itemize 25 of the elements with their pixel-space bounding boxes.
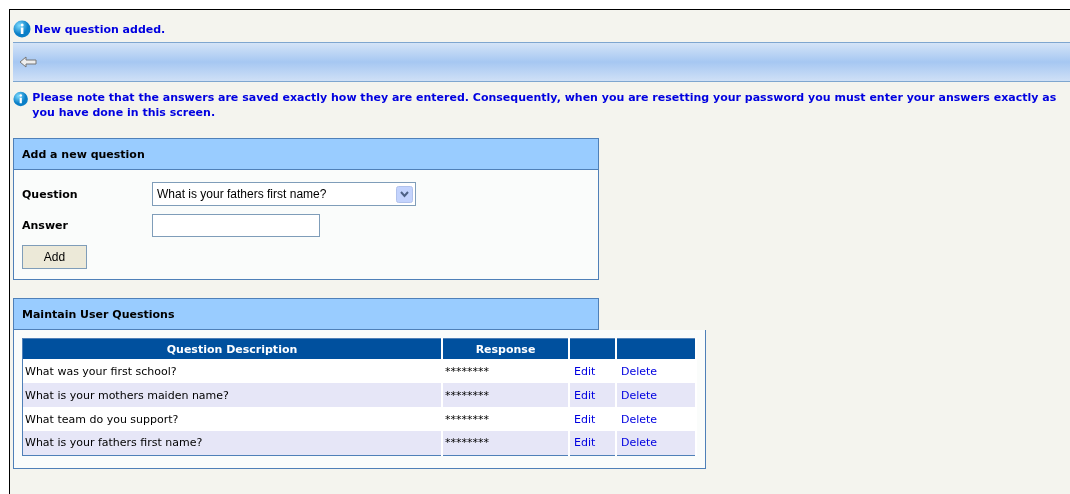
- table-cell: ********: [442, 431, 569, 455]
- edit-link[interactable]: Edit: [572, 364, 596, 378]
- question-label: Question: [22, 187, 79, 201]
- answer-field[interactable]: [152, 214, 320, 237]
- question-dropdown[interactable]: What is your fathers first name?: [152, 182, 416, 206]
- status-message: New question added.: [34, 22, 166, 36]
- edit-link[interactable]: Edit: [572, 436, 596, 450]
- edit-link[interactable]: Edit: [572, 388, 596, 402]
- info-icon: [13, 90, 29, 108]
- column-header: Question Description: [22, 338, 442, 359]
- panel-header: Maintain User Questions: [13, 298, 599, 330]
- delete-link[interactable]: Delete: [619, 388, 658, 402]
- answer-label: Answer: [22, 219, 69, 232]
- delete-link[interactable]: Delete: [619, 364, 658, 378]
- info-icon: [13, 20, 31, 38]
- panel-header: Add a new question: [13, 138, 599, 170]
- delete-link[interactable]: Delete: [619, 436, 658, 450]
- note-text: Please note that the answers are saved exactly how they are entered. Consequently, when you are resetting your password you must enter your answers exactly as you have done in this screen.: [32, 90, 1058, 120]
- caret-icon: [396, 185, 413, 203]
- edit-link[interactable]: Edit: [572, 412, 596, 426]
- back-arrow-icon[interactable]: [19, 56, 37, 68]
- add-button[interactable]: Add: [22, 245, 87, 269]
- delete-link[interactable]: Delete: [619, 412, 658, 426]
- table-cell: What is your fathers first name?: [22, 431, 442, 455]
- column-header: Response: [442, 338, 569, 359]
